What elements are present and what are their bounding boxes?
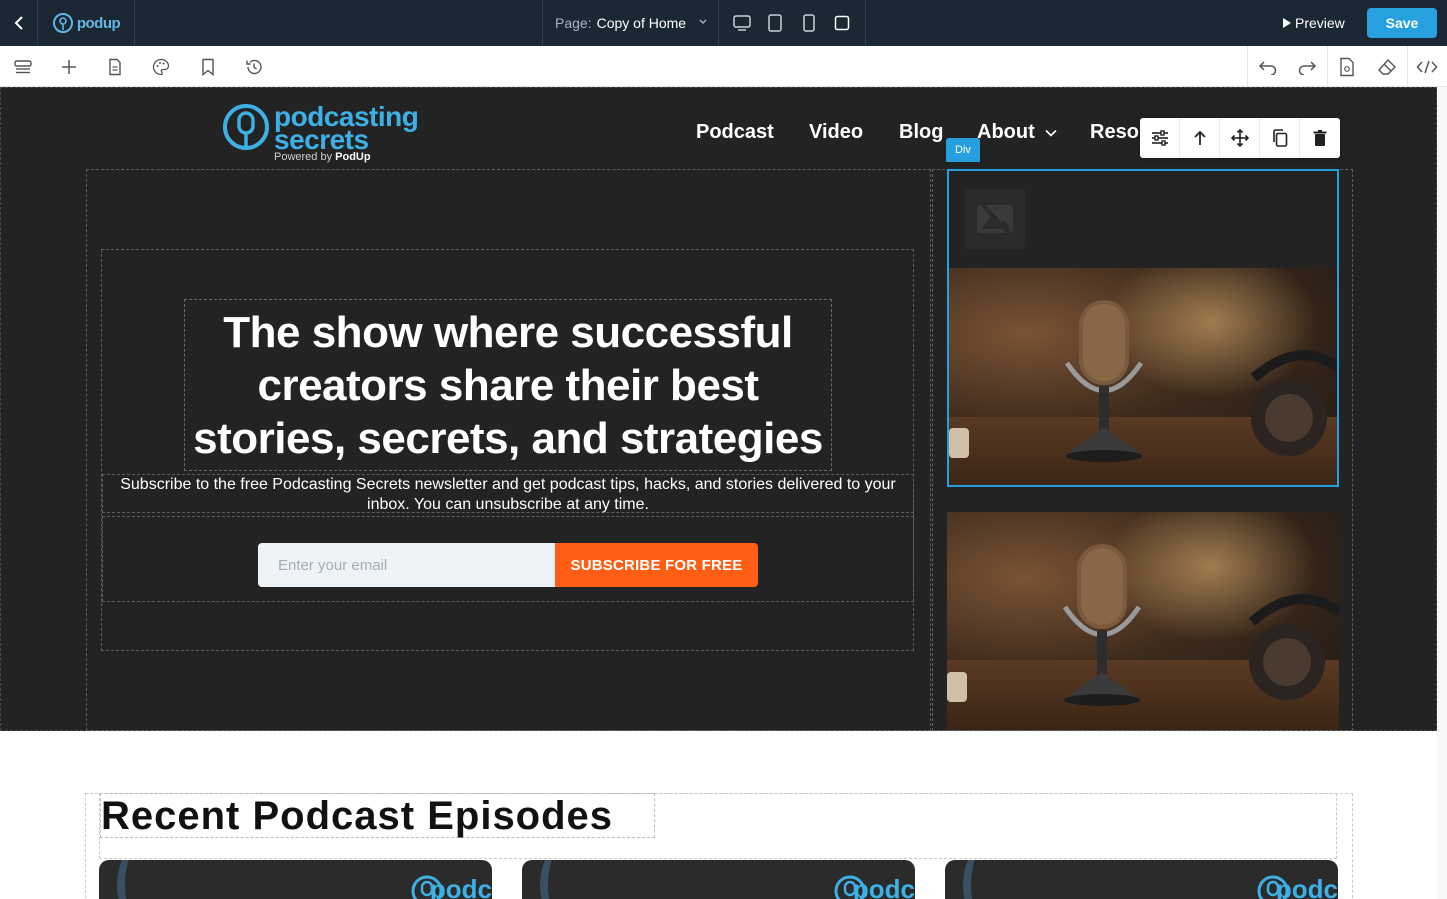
microphone-illustration-icon	[947, 544, 1339, 706]
move-element-button[interactable]	[1220, 118, 1260, 158]
editor-canvas[interactable]: podcasting secrets Powered by PodUp Podc…	[0, 87, 1447, 899]
theme-button[interactable]	[148, 54, 174, 80]
mobile-icon	[803, 14, 815, 32]
podcast-microphone-image-2[interactable]	[947, 512, 1339, 730]
microphone-illustration-icon	[949, 300, 1337, 462]
eraser-icon	[1378, 58, 1396, 75]
toolbar-divider	[1247, 46, 1248, 87]
card-decoration	[963, 860, 1023, 899]
chevron-left-icon	[14, 16, 23, 30]
duplicate-element-button[interactable]	[1260, 118, 1300, 158]
eraser-button[interactable]	[1374, 54, 1400, 80]
history-button[interactable]	[241, 54, 267, 80]
card-logo-text: podc	[852, 874, 915, 899]
page-label: Page:	[555, 15, 592, 31]
device-switcher	[719, 0, 866, 46]
powered-by-text: Powered by	[274, 151, 333, 163]
logo-powered-by: Powered by PodUp	[274, 151, 371, 163]
add-element-button[interactable]	[56, 54, 82, 80]
page-name: Copy of Home	[596, 15, 687, 31]
undo-button[interactable]	[1255, 54, 1281, 80]
image-off-icon	[977, 199, 1015, 239]
editor-toolbar	[0, 46, 1447, 87]
card-decoration	[117, 860, 177, 899]
delete-element-button[interactable]	[1300, 118, 1340, 158]
element-toolbar	[1140, 118, 1340, 158]
layers-icon	[14, 60, 32, 74]
canvas-scrollbar[interactable]	[1437, 87, 1447, 899]
hero-section[interactable]: podcasting secrets Powered by PodUp Podc…	[0, 87, 1437, 731]
podup-logo-icon	[52, 13, 73, 33]
palette-icon	[152, 58, 170, 76]
app-logo-text: podup	[76, 14, 121, 32]
desktop-view-button[interactable]	[729, 10, 755, 36]
nav-blog[interactable]: Blog	[899, 121, 943, 144]
trash-icon	[1313, 130, 1327, 146]
nav-video[interactable]: Video	[809, 121, 863, 144]
preview-label: Preview	[1295, 15, 1345, 31]
broken-image-placeholder	[965, 189, 1025, 249]
logo-line-2: secrets	[274, 124, 369, 155]
card-logo-text: podc	[1275, 874, 1338, 899]
chevron-down-icon	[1045, 129, 1057, 137]
podcast-microphone-image	[949, 268, 1337, 485]
page-settings-button[interactable]	[1334, 54, 1360, 80]
site-logo[interactable]: podcasting secrets Powered by PodUp	[222, 101, 422, 165]
chevron-down-icon	[699, 19, 707, 24]
element-settings-button[interactable]	[1140, 118, 1180, 158]
podcasting-secrets-logo-icon	[223, 104, 269, 150]
move-icon	[1230, 128, 1249, 148]
file-settings-icon	[1340, 57, 1354, 77]
square-frame-icon	[835, 15, 850, 31]
card-decoration	[540, 860, 600, 899]
tablet-icon	[768, 14, 782, 32]
document-icon	[109, 58, 121, 76]
select-parent-button[interactable]	[1180, 118, 1220, 158]
preview-button[interactable]: Preview	[1283, 12, 1345, 34]
nav-podcast[interactable]: Podcast	[696, 121, 774, 144]
selected-element-tag[interactable]: Div	[946, 138, 980, 162]
redo-button[interactable]	[1294, 54, 1320, 80]
custom-view-button[interactable]	[829, 10, 855, 36]
app-logo[interactable]: podup	[38, 0, 135, 46]
powered-by-brand: PodUp	[335, 151, 371, 163]
selected-image-div[interactable]	[947, 169, 1339, 487]
hero-subtext[interactable]: Subscribe to the free Podcasting Secrets…	[102, 474, 914, 513]
card-logo-text: podc	[429, 874, 492, 899]
page-selector[interactable]: Page: Copy of Home	[542, 0, 719, 46]
history-icon	[246, 59, 262, 75]
back-button[interactable]	[0, 0, 38, 46]
sliders-icon	[1151, 130, 1168, 146]
undo-icon	[1258, 61, 1277, 75]
episode-card[interactable]: podc	[99, 860, 492, 899]
toolbar-divider	[1407, 46, 1408, 87]
nav-about-label: About	[977, 121, 1035, 143]
email-input[interactable]: Enter your email	[258, 543, 555, 587]
layers-button[interactable]	[10, 54, 36, 80]
redo-icon	[1298, 61, 1317, 75]
hero-headline[interactable]: The show where successful creators share…	[184, 299, 832, 471]
code-button[interactable]	[1414, 54, 1440, 80]
nav-resources[interactable]: Reso	[1090, 121, 1139, 144]
bookmarks-button[interactable]	[195, 54, 221, 80]
copy-icon	[1272, 129, 1287, 147]
toolbar-divider	[1327, 46, 1328, 87]
episode-card[interactable]: podc	[945, 860, 1338, 899]
recent-episodes-title[interactable]: Recent Podcast Episodes	[100, 793, 655, 838]
pages-button[interactable]	[102, 54, 128, 80]
code-icon	[1416, 60, 1438, 74]
play-icon	[1283, 18, 1291, 28]
editor-topbar: podup Page: Copy of Home Preview Save	[0, 0, 1447, 46]
mobile-view-button[interactable]	[796, 10, 822, 36]
plus-icon	[62, 60, 76, 74]
nav-about[interactable]: About	[977, 121, 1058, 144]
save-button[interactable]: Save	[1367, 8, 1437, 38]
episode-card[interactable]: podc	[522, 860, 915, 899]
bookmark-icon	[202, 58, 214, 76]
tablet-view-button[interactable]	[762, 10, 788, 36]
arrow-up-icon	[1193, 130, 1206, 145]
subscribe-button[interactable]: SUBSCRIBE FOR FREE	[555, 543, 758, 587]
desktop-icon	[733, 15, 751, 31]
